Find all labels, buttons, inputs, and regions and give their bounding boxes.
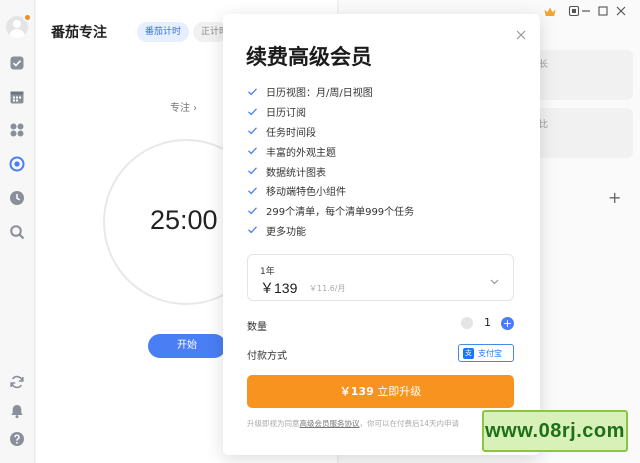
watermark-text: www.08rj.com (485, 419, 625, 442)
check-icon (247, 106, 259, 118)
service-agreement-link[interactable]: 高级会员服务协议 (300, 419, 360, 428)
feature-label: 数据统计图表 (266, 167, 326, 179)
close-icon[interactable] (515, 26, 529, 40)
watermark: www.08rj.com (482, 410, 628, 452)
feature-label: 更多功能 (266, 226, 306, 238)
buy-label: 立即升级 (377, 385, 422, 398)
plan-monthly-price: ￥11.6/月 (309, 284, 346, 293)
check-icon (247, 145, 259, 157)
start-button[interactable]: 开始 (148, 334, 226, 358)
feature-label: 日历订阅 (266, 108, 306, 120)
quantity-value: 1 (484, 316, 491, 329)
pomodoro-icon[interactable] (9, 156, 25, 172)
page-title: 番茄专注 (51, 25, 107, 41)
alipay-option[interactable]: 支 支付宝 (458, 344, 514, 362)
tab-stopwatch[interactable]: 正计时 (193, 22, 227, 42)
minimize-icon[interactable] (579, 4, 593, 18)
tab-pomodoro-timer[interactable]: 番茄计时 (137, 22, 190, 42)
feature-item: 任务时间段 (247, 122, 414, 142)
sidebar (0, 0, 35, 463)
plan-duration: 1年 (260, 267, 275, 277)
feature-list: 日历视图：月/周/日视图 日历订阅 任务时间段 丰富的外观主题 数据统计图表 移… (247, 82, 414, 240)
buy-price: ￥139 (339, 385, 374, 398)
chevron-down-icon[interactable] (489, 272, 501, 285)
agreement-suffix: ，你可以在付费后14天内申请 (359, 419, 460, 428)
quantity-label: 数量 (247, 322, 267, 333)
plan-select[interactable]: 1年 ￥139 ￥11.6/月 (247, 254, 514, 301)
payment-label: 付款方式 (247, 351, 287, 362)
feature-item: 更多功能 (247, 221, 414, 241)
check-icon (247, 165, 259, 177)
upgrade-now-button[interactable]: ￥139 立即升级 (247, 375, 514, 408)
feature-item: 日历订阅 (247, 102, 414, 122)
bell-icon[interactable] (9, 403, 25, 419)
check-icon (247, 205, 259, 217)
help-icon[interactable] (9, 431, 25, 447)
focus-link[interactable]: 专注 › (170, 99, 197, 114)
feature-label: 丰富的外观主题 (266, 147, 336, 159)
card-text: 比 (539, 120, 549, 130)
add-icon[interactable]: + (608, 188, 621, 207)
search-icon[interactable] (9, 224, 25, 240)
grid-icon[interactable] (9, 122, 25, 138)
feature-item: 日历视图：月/周/日视图 (247, 82, 414, 102)
feature-item: 丰富的外观主题 (247, 141, 414, 161)
timer-display: 25:00 (150, 205, 218, 235)
card-text: 长 (539, 60, 549, 70)
alipay-label: 支付宝 (478, 348, 502, 358)
plan-price: ￥139 (260, 280, 298, 296)
feature-item: 299个清单，每个清单999个任务 (247, 201, 414, 221)
feature-label: 移动端特色小组件 (266, 187, 346, 199)
feature-label: 299个清单，每个清单999个任务 (266, 207, 415, 219)
agreement-note: 升级即视为同意高级会员服务协议，你可以在付费后14天内申请 (247, 418, 509, 429)
alipay-icon: 支 (463, 347, 474, 359)
feature-item: 移动端特色小组件 (247, 181, 414, 201)
window-close-icon[interactable] (614, 4, 628, 18)
clock-icon[interactable] (9, 190, 25, 206)
sync-icon[interactable] (9, 374, 25, 390)
maximize-icon[interactable] (596, 4, 610, 18)
check-icon (247, 185, 259, 197)
quantity-minus-button[interactable] (461, 317, 473, 329)
check-icon (247, 224, 259, 236)
upgrade-dialog: 续费高级会员 日历视图：月/周/日视图 日历订阅 任务时间段 丰富的外观主题 数… (223, 14, 540, 455)
dialog-title: 续费高级会员 (246, 45, 372, 69)
agreement-prefix: 升级即视为同意 (247, 419, 300, 428)
feature-label: 日历视图：月/周/日视图 (266, 88, 373, 100)
quantity-plus-button[interactable]: + (501, 317, 514, 330)
checkbox-icon[interactable] (9, 55, 25, 71)
crown-icon[interactable] (543, 4, 557, 18)
calendar-icon[interactable] (9, 89, 25, 105)
feature-item: 数据统计图表 (247, 161, 414, 181)
check-icon (247, 125, 259, 137)
notification-badge (23, 13, 32, 22)
feature-label: 任务时间段 (266, 127, 316, 139)
check-icon (247, 86, 259, 98)
